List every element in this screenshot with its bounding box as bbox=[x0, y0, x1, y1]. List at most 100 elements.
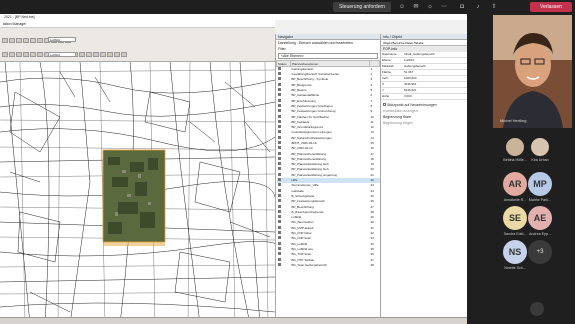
properties-note: Begrenzung zeigen bbox=[383, 121, 414, 125]
visibility-checkbox[interactable] bbox=[277, 183, 281, 187]
tab-bereiche[interactable]: Bereiche bbox=[393, 41, 405, 45]
leave-button[interactable]: Verlassen bbox=[530, 2, 572, 12]
layer-row[interactable]: BG_Scan Geltungsbereich 38 bbox=[277, 262, 380, 268]
visibility-checkbox[interactable] bbox=[277, 225, 281, 229]
visibility-checkbox[interactable] bbox=[277, 77, 281, 81]
visibility-checkbox[interactable] bbox=[277, 93, 281, 97]
tab-objekt[interactable]: Objekt bbox=[383, 41, 392, 45]
toolbar-button[interactable] bbox=[2, 38, 8, 43]
visibility-checkbox[interactable] bbox=[277, 209, 281, 213]
visibility-checkbox[interactable] bbox=[277, 88, 281, 92]
toolbar-button[interactable] bbox=[9, 38, 15, 43]
camera-icon[interactable]: ◘ bbox=[458, 3, 466, 11]
visibility-checkbox[interactable] bbox=[277, 262, 281, 266]
visibility-checkbox[interactable] bbox=[277, 141, 281, 144]
visibility-checkbox[interactable] bbox=[277, 252, 281, 256]
participant-tile[interactable]: Kira Urban bbox=[515, 138, 565, 162]
more-participants[interactable]: +3 bbox=[515, 240, 565, 264]
checkbox[interactable] bbox=[383, 103, 386, 106]
visibility-checkbox[interactable] bbox=[277, 231, 281, 235]
property-row: Höhe 3,000 bbox=[381, 93, 467, 100]
self-view[interactable] bbox=[530, 302, 544, 316]
visibility-checkbox[interactable] bbox=[277, 236, 281, 240]
visibility-checkbox[interactable] bbox=[277, 151, 281, 155]
toolbar-button[interactable] bbox=[100, 52, 106, 57]
toolbar-button[interactable] bbox=[2, 52, 8, 57]
visibility-checkbox[interactable] bbox=[277, 220, 281, 224]
tab-daten[interactable]: Daten bbox=[405, 41, 413, 45]
cadastral-map bbox=[0, 62, 275, 324]
visibility-checkbox[interactable] bbox=[277, 172, 281, 176]
toolbar-button[interactable] bbox=[86, 52, 92, 57]
visibility-checkbox[interactable] bbox=[277, 204, 281, 208]
participant-avatar: MP bbox=[528, 172, 552, 196]
toolbar-button[interactable] bbox=[79, 52, 85, 57]
visibility-checkbox[interactable] bbox=[277, 178, 281, 182]
more-participants-button[interactable]: +3 bbox=[528, 240, 552, 264]
visibility-checkbox[interactable] bbox=[277, 146, 281, 150]
visibility-checkbox[interactable] bbox=[277, 114, 281, 118]
share-screen-icon[interactable]: ⇧ bbox=[490, 3, 498, 11]
toolbar-row-2 bbox=[2, 44, 272, 57]
visibility-checkbox[interactable] bbox=[277, 72, 281, 76]
map-canvas[interactable] bbox=[0, 62, 275, 324]
visibility-checkbox[interactable] bbox=[277, 82, 281, 86]
toolbar-button[interactable] bbox=[107, 52, 113, 57]
visibility-checkbox[interactable] bbox=[277, 98, 281, 102]
visibility-checkbox[interactable] bbox=[277, 67, 281, 70]
toolbar-button[interactable] bbox=[16, 52, 22, 57]
visibility-checkbox[interactable] bbox=[277, 246, 281, 250]
menu-bar: tation Manager bbox=[0, 20, 275, 28]
status-bar bbox=[0, 317, 467, 324]
filter-select[interactable]: <Alle Ebenen> bbox=[278, 53, 378, 59]
visibility-checkbox[interactable] bbox=[277, 103, 281, 107]
presenter-name: Michel Hertling bbox=[500, 118, 527, 123]
toolbar-button[interactable] bbox=[121, 52, 127, 57]
reaction-icon[interactable]: ☼ bbox=[426, 3, 434, 11]
visibility-checkbox[interactable] bbox=[277, 130, 281, 134]
more-options-icon[interactable]: ⋯ bbox=[440, 3, 448, 11]
tab-tabelle[interactable]: Tabelle bbox=[414, 41, 424, 45]
toolbar-button[interactable] bbox=[37, 52, 43, 57]
visibility-checkbox[interactable] bbox=[277, 257, 281, 261]
participant-tile[interactable]: MP Malthe Park... bbox=[515, 172, 565, 202]
toolbar-row-1 bbox=[2, 30, 272, 43]
participant-name: Andrea Epp... bbox=[529, 232, 551, 236]
visibility-checkbox[interactable] bbox=[277, 109, 281, 113]
toolbar-button[interactable] bbox=[30, 38, 36, 43]
visibility-checkbox[interactable] bbox=[277, 167, 281, 171]
toolbar-button[interactable] bbox=[16, 38, 22, 43]
ebene-combo[interactable]: Luftbild bbox=[48, 52, 76, 57]
toolbar-button[interactable] bbox=[93, 52, 99, 57]
visibility-checkbox[interactable] bbox=[277, 188, 281, 192]
property-label: Höhe bbox=[381, 93, 403, 100]
visibility-checkbox[interactable] bbox=[277, 193, 281, 197]
chat-icon[interactable]: ✉ bbox=[412, 3, 420, 11]
visibility-checkbox[interactable] bbox=[277, 215, 281, 219]
toolbar-button[interactable] bbox=[23, 38, 29, 43]
visibility-checkbox[interactable] bbox=[277, 241, 281, 245]
properties-panel: Info / Objekt Objekt Bereiche Daten Tabe… bbox=[380, 34, 467, 324]
toolbar-button[interactable] bbox=[37, 38, 43, 43]
visibility-checkbox[interactable] bbox=[277, 156, 281, 160]
layer-combo[interactable]: Luftbild bbox=[48, 37, 76, 42]
participant-name: Malthe Park... bbox=[528, 198, 552, 202]
participant-name: Kira Urban bbox=[531, 158, 549, 162]
microphone-icon[interactable]: ♪ bbox=[474, 3, 482, 11]
properties-table: Dateiname Inhalt_Geltungsbereich Ebene Lu… bbox=[381, 52, 467, 100]
layer-status[interactable] bbox=[277, 262, 291, 268]
property-value[interactable]: 3,000 bbox=[403, 93, 467, 100]
visibility-checkbox[interactable] bbox=[277, 119, 281, 123]
request-control-button[interactable]: Steuerung anfordern bbox=[333, 2, 391, 12]
toolbar-button[interactable] bbox=[23, 52, 29, 57]
visibility-checkbox[interactable] bbox=[277, 135, 281, 139]
toolbar-button[interactable] bbox=[9, 52, 15, 57]
participant-tile[interactable]: AE Andrea Epp... bbox=[515, 206, 565, 236]
visibility-checkbox[interactable] bbox=[277, 125, 281, 129]
toolbar-button[interactable] bbox=[114, 52, 120, 57]
toolbar-button[interactable] bbox=[30, 52, 36, 57]
visibility-checkbox[interactable] bbox=[277, 199, 281, 203]
people-icon[interactable]: ☺ bbox=[398, 3, 406, 11]
visibility-checkbox[interactable] bbox=[277, 162, 281, 166]
layer-number: 38 bbox=[370, 262, 374, 267]
